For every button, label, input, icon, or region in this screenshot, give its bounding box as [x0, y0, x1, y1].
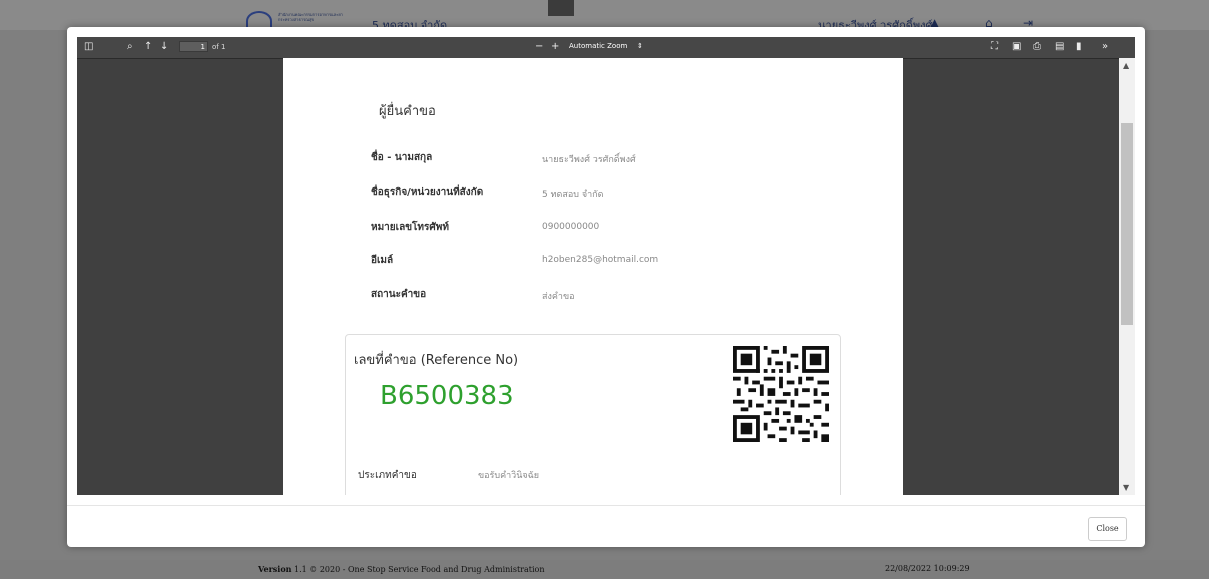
- print-icon[interactable]: ⎙: [1033, 41, 1041, 53]
- modal-footer-divider: [67, 505, 1145, 506]
- bookmark-icon[interactable]: ▮: [1076, 41, 1082, 53]
- field-value-status: ส่งคำขอ: [542, 292, 575, 302]
- sidebar-toggle-icon[interactable]: ◫: [84, 41, 93, 53]
- field-label-name: ชื่อ - นามสกุล: [371, 152, 433, 163]
- reference-label: เลขที่คำขอ (Reference No): [354, 353, 519, 368]
- pdf-page: ผู้ยื่นคำขอ ชื่อ - นามสกุล นายธะวีพงศ์ ว…: [283, 58, 903, 495]
- logo-text-line2: กระทรวงสาธารณสุข: [278, 17, 315, 22]
- zoom-out-button[interactable]: −: [535, 41, 543, 53]
- previous-page-icon[interactable]: ↑: [144, 41, 152, 53]
- logo-text: สำนักงานคณะกรรมการอาหารและยา กระทรวงสาธา…: [278, 12, 343, 22]
- page-footer: Version 1.1 © 2020 - One Stop Service Fo…: [0, 560, 1209, 579]
- field-value-name: นายธะวีพงศ์ วรศักดิ์พงศ์: [542, 155, 636, 165]
- version-info: Version 1.1 © 2020 - One Stop Service Fo…: [258, 564, 545, 574]
- qr-code: [733, 346, 829, 442]
- field-value-email: h2oben285@hotmail.com: [542, 255, 659, 265]
- reference-card: เลขที่คำขอ (Reference No) B6500383 ประเภ…: [345, 334, 841, 495]
- open-file-icon[interactable]: ▣: [1012, 41, 1021, 53]
- server-datetime: 22/08/2022 10:09:29: [885, 564, 970, 573]
- page-number-input[interactable]: 1: [179, 41, 208, 52]
- field-label-status: สถานะคำขอ: [371, 289, 427, 300]
- version-text: 1.1 © 2020 - One Stop Service Food and D…: [294, 565, 545, 574]
- version-bold-label: Version: [258, 564, 292, 574]
- field-value-phone: 0900000000: [542, 222, 600, 232]
- vertical-scrollbar[interactable]: ▲ ▼: [1119, 58, 1135, 495]
- request-type-value: ขอรับคำวินิจฉัย: [478, 471, 540, 481]
- close-button[interactable]: Close: [1088, 517, 1127, 541]
- zoom-select[interactable]: Automatic Zoom: [569, 42, 627, 50]
- page-count: of 1: [212, 43, 226, 51]
- next-page-icon[interactable]: ↓: [160, 41, 168, 53]
- field-label-business: ชื่อธุรกิจ/หน่วยงานที่สังกัด: [371, 187, 484, 198]
- scroll-down-icon[interactable]: ▼: [1123, 483, 1129, 492]
- pdf-viewer: ◫ ⌕ ↑ ↓ 1 of 1 − + Automatic Zoom ⇕ ⛶ ▣ …: [77, 37, 1135, 495]
- zoom-select-caret-icon[interactable]: ⇕: [637, 42, 643, 50]
- download-icon[interactable]: ▤: [1055, 41, 1064, 53]
- tools-menu-icon[interactable]: »: [1102, 41, 1108, 53]
- section-title: ผู้ยื่นคำขอ: [379, 104, 436, 119]
- app-header: สำนักงานคณะกรรมการอาหารและยา กระทรวงสาธา…: [0, 0, 1209, 32]
- scroll-up-icon[interactable]: ▲: [1123, 61, 1129, 70]
- pdf-modal: ◫ ⌕ ↑ ↓ 1 of 1 − + Automatic Zoom ⇕ ⛶ ▣ …: [67, 27, 1145, 547]
- field-value-business: 5 ทดสอบ จำกัด: [542, 190, 604, 200]
- reference-number: B6500383: [380, 381, 514, 411]
- zoom-in-button[interactable]: +: [551, 41, 559, 53]
- pdf-toolbar: ◫ ⌕ ↑ ↓ 1 of 1 − + Automatic Zoom ⇕ ⛶ ▣ …: [77, 37, 1135, 59]
- header-tab[interactable]: [548, 0, 574, 16]
- request-type-label: ประเภทคำขอ: [358, 470, 417, 481]
- field-label-email: อีเมล์: [371, 255, 394, 266]
- search-icon[interactable]: ⌕: [127, 41, 133, 53]
- presentation-mode-icon[interactable]: ⛶: [991, 41, 998, 53]
- field-label-phone: หมายเลขโทรศัพท์: [371, 222, 449, 233]
- scrollbar-thumb[interactable]: [1121, 123, 1133, 325]
